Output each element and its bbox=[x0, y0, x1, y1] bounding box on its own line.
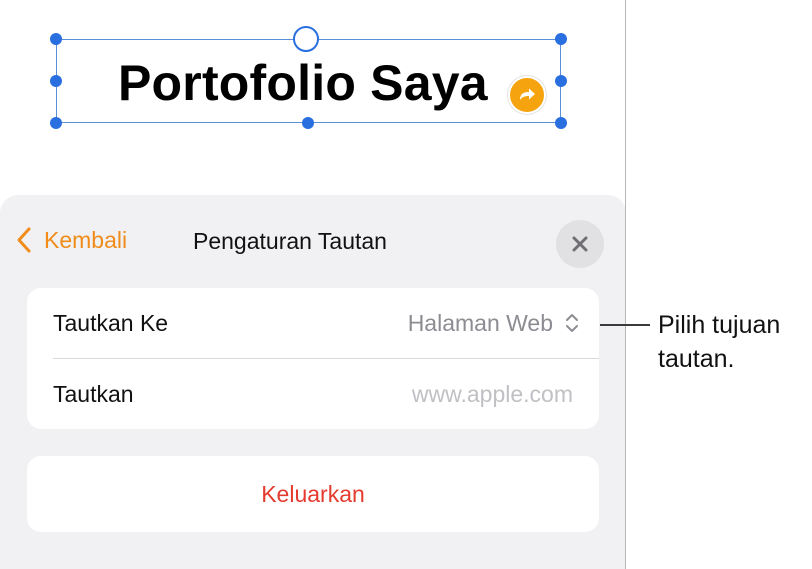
panel-title: Pengaturan Tautan bbox=[193, 228, 387, 254]
resize-handle-bottom-right[interactable] bbox=[555, 117, 567, 129]
canvas-title-text[interactable]: Portofolio Saya bbox=[118, 55, 488, 111]
link-to-row[interactable]: Tautkan Ke Halaman Web bbox=[27, 288, 599, 359]
remove-link-label: Keluarkan bbox=[261, 481, 365, 507]
close-button[interactable] bbox=[556, 220, 604, 268]
link-badge[interactable] bbox=[508, 76, 546, 114]
link-to-label: Tautkan Ke bbox=[53, 310, 169, 336]
resize-handle-top-left[interactable] bbox=[50, 33, 62, 45]
device-screen: Portofolio Saya Kembali Pengaturan Tauta… bbox=[0, 0, 626, 569]
callout-leader-line bbox=[600, 324, 650, 326]
link-label: Tautkan bbox=[53, 381, 134, 407]
link-arrow-icon bbox=[520, 88, 535, 100]
back-button-label: Kembali bbox=[44, 227, 128, 253]
resize-handle-middle-left[interactable] bbox=[50, 75, 62, 87]
callout-text: Pilih tujuan tautan. bbox=[658, 311, 781, 373]
link-row: Tautkan bbox=[27, 359, 599, 429]
close-icon bbox=[572, 236, 588, 252]
resize-handle-bottom-center[interactable] bbox=[302, 117, 314, 129]
link-to-value[interactable]: Halaman Web bbox=[408, 308, 553, 338]
updown-chevron-icon bbox=[566, 314, 578, 332]
remove-link-button[interactable]: Keluarkan bbox=[27, 456, 599, 532]
chevron-left-icon bbox=[17, 227, 31, 253]
resize-handle-top-right[interactable] bbox=[555, 33, 567, 45]
link-url-input[interactable] bbox=[273, 379, 573, 409]
resize-handle-middle-right[interactable] bbox=[555, 75, 567, 87]
link-settings-group: Tautkan Ke Halaman Web Tautkan bbox=[27, 288, 599, 429]
link-settings-panel: Kembali Pengaturan Tautan Tautkan Ke Hal… bbox=[0, 195, 625, 569]
rotate-handle[interactable] bbox=[293, 26, 319, 52]
resize-handle-bottom-left[interactable] bbox=[50, 117, 62, 129]
back-button[interactable]: Kembali bbox=[14, 225, 127, 255]
